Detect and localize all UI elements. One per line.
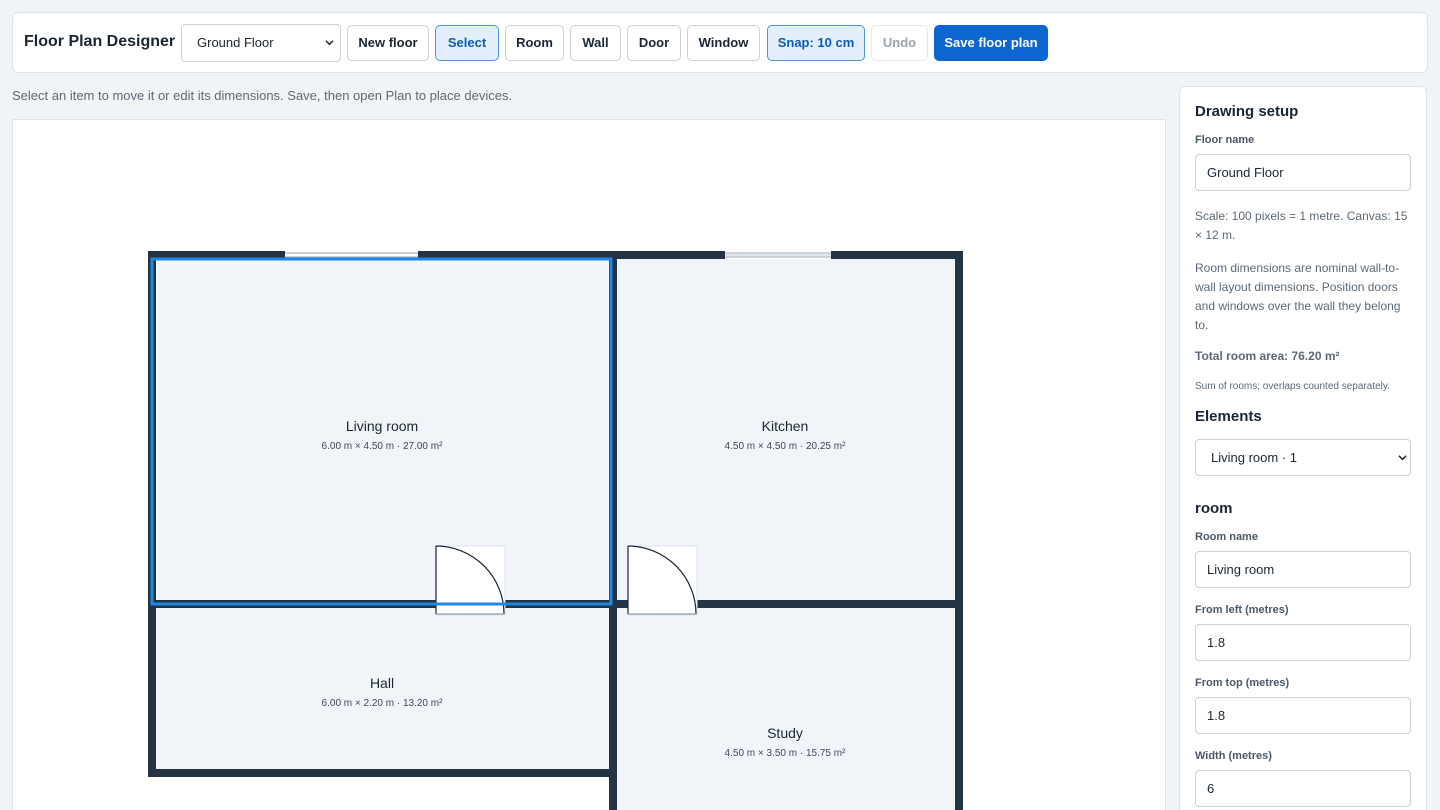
floor-select-value: Ground Floor — [197, 35, 274, 50]
room-dims-study: 4.50 m × 3.50 m · 15.75 m² — [725, 748, 847, 759]
from-left-value: 1.8 — [1207, 635, 1226, 650]
width-input[interactable]: 6 — [1195, 770, 1411, 807]
chevron-down-icon — [325, 40, 334, 46]
room-label-study: Study — [767, 725, 803, 741]
from-top-input[interactable]: 1.8 — [1195, 697, 1411, 734]
room-label-kitchen: Kitchen — [762, 418, 809, 434]
properties-panel: Drawing setup Floor name Ground Floor Sc… — [1179, 86, 1427, 810]
select-tool-button[interactable]: Select — [435, 25, 499, 61]
window-tool-button[interactable]: Window — [687, 25, 760, 61]
window-kitchen[interactable] — [725, 251, 831, 259]
instruction-hint: Select an item to move it or edit its di… — [12, 88, 513, 103]
floor-plan-canvas[interactable]: Living room 6.00 m × 4.50 m · 27.00 m² K… — [12, 119, 1166, 810]
save-floor-plan-button[interactable]: Save floor plan — [934, 25, 1048, 61]
toolbar: Floor Plan Designer Ground Floor New flo… — [12, 12, 1428, 73]
from-top-label: From top (metres) — [1195, 677, 1290, 689]
door-kitchen-study[interactable] — [627, 545, 698, 616]
floor-plan-svg[interactable]: Living room 6.00 m × 4.50 m · 27.00 m² K… — [13, 120, 1167, 810]
room-name-value: Living room — [1207, 562, 1275, 577]
floor-select[interactable]: Ground Floor — [181, 24, 341, 62]
room-study[interactable] — [615, 604, 959, 810]
element-select-value: Living room · 1 — [1211, 450, 1297, 465]
scale-info: Scale: 100 pixels = 1 metre. Canvas: 15 … — [1195, 209, 1408, 242]
total-area-note: Sum of rooms; overlaps counted separatel… — [1195, 381, 1390, 392]
snap-toggle-button[interactable]: Snap: 10 cm — [767, 25, 865, 61]
from-left-label: From left (metres) — [1195, 604, 1289, 616]
floor-name-input[interactable]: Ground Floor — [1195, 154, 1411, 191]
element-type-heading: room — [1195, 500, 1233, 517]
new-floor-button[interactable]: New floor — [347, 25, 429, 61]
room-dims-hall: 6.00 m × 2.20 m · 13.20 m² — [322, 698, 444, 709]
from-left-input[interactable]: 1.8 — [1195, 624, 1411, 661]
floor-name-label: Floor name — [1195, 134, 1255, 146]
total-room-area: Total room area: 76.20 m² — [1195, 349, 1340, 363]
from-top-value: 1.8 — [1207, 708, 1226, 723]
floor-name-value: Ground Floor — [1207, 165, 1284, 180]
drawing-setup-heading: Drawing setup — [1195, 103, 1299, 120]
width-value: 6 — [1207, 781, 1215, 796]
chevron-down-icon — [1398, 455, 1407, 461]
room-tool-button[interactable]: Room — [505, 25, 564, 61]
wall-tool-button[interactable]: Wall — [570, 25, 621, 61]
elements-heading: Elements — [1195, 408, 1262, 425]
room-name-label: Room name — [1195, 531, 1258, 543]
room-name-input[interactable]: Living room — [1195, 551, 1411, 588]
dimensions-info: Room dimensions are nominal wall-to-wall… — [1195, 261, 1401, 332]
room-dims-kitchen: 4.50 m × 4.50 m · 20.25 m² — [725, 441, 847, 452]
room-dims-living-room: 6.00 m × 4.50 m · 27.00 m² — [322, 441, 444, 452]
room-label-hall: Hall — [370, 675, 394, 691]
door-tool-button[interactable]: Door — [627, 25, 681, 61]
width-label: Width (metres) — [1195, 750, 1272, 762]
app-title: Floor Plan Designer — [24, 33, 176, 50]
undo-button[interactable]: Undo — [871, 25, 928, 61]
element-select[interactable]: Living room · 1 — [1195, 439, 1411, 476]
room-label-living-room: Living room — [346, 418, 418, 434]
